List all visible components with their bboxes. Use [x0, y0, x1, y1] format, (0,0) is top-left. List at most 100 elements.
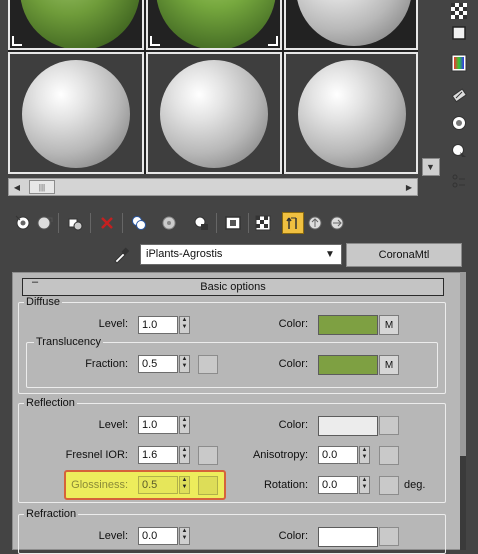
sample-type-box-icon[interactable]	[448, 22, 470, 44]
toolbar-separator	[248, 213, 249, 233]
slot-corner-marker	[150, 36, 160, 46]
translucency-map-button[interactable]: M	[379, 355, 399, 375]
refraction-color-map-button[interactable]	[379, 527, 399, 546]
green-sphere-preview	[20, 0, 140, 48]
reflection-level-spinner[interactable]: 1.0 ▲ ▼	[138, 416, 192, 434]
white-sphere-preview	[160, 60, 268, 168]
rotation-spinner[interactable]: 0.0 ▲ ▼	[318, 476, 372, 494]
spinner-arrows-icon[interactable]: ▲ ▼	[359, 446, 370, 464]
diffuse-level-input[interactable]: 1.0	[138, 316, 178, 334]
sample-slot-2[interactable]	[146, 0, 282, 50]
material-name-field[interactable]: iPlants-Agrostis	[140, 244, 342, 265]
diffuse-level-label: Level:	[98, 318, 128, 330]
color-check-icon[interactable]	[448, 52, 470, 74]
sample-slot-3[interactable]	[284, 0, 418, 50]
anisotropy-spinner[interactable]: 0.0 ▲ ▼	[318, 446, 372, 464]
sample-slot-1[interactable]	[8, 0, 144, 50]
diffuse-level-spinner[interactable]: 1.0 ▲ ▼	[138, 316, 192, 334]
translucency-fraction-label: Fraction:	[85, 358, 128, 370]
get-material-icon[interactable]	[12, 212, 34, 234]
scroll-left-icon[interactable]: ◀	[9, 179, 25, 195]
spinner-arrows-icon[interactable]: ▲ ▼	[179, 355, 190, 373]
panel-scrollbar-thumb[interactable]	[460, 456, 466, 550]
refraction-color-label: Color:	[278, 530, 308, 542]
slots-horizontal-scrollbar[interactable]: ◀ ||| ▶	[8, 178, 418, 196]
material-map-navigator-icon[interactable]	[448, 170, 470, 192]
refraction-color-swatch[interactable]	[318, 527, 378, 547]
show-shaded-material-icon[interactable]	[252, 212, 274, 234]
spinner-arrows-icon[interactable]: ▲ ▼	[179, 476, 190, 494]
translucency-fraction-input[interactable]: 0.5	[138, 355, 178, 373]
glossiness-spinner[interactable]: 0.5 ▲ ▼	[138, 476, 192, 494]
anisotropy-input[interactable]: 0.0	[318, 446, 358, 464]
diffuse-group-title: Diffuse	[24, 296, 63, 308]
diffuse-color-label: Color:	[278, 318, 308, 330]
translucency-color-label: Color:	[278, 358, 308, 370]
fresnel-ior-input[interactable]: 1.6	[138, 446, 178, 464]
translucency-fraction-spinner[interactable]: 0.5 ▲ ▼	[138, 355, 192, 373]
spinner-arrows-icon[interactable]: ▲ ▼	[359, 476, 370, 494]
rotation-map-button[interactable]	[379, 476, 399, 495]
basic-options-rollout-header[interactable]: Basic options	[22, 278, 444, 296]
spinner-arrows-icon[interactable]: ▲ ▼	[179, 446, 190, 464]
show-end-result-icon[interactable]	[282, 212, 304, 234]
options-sphere-icon[interactable]	[448, 112, 470, 134]
make-material-copy-icon[interactable]	[128, 212, 150, 234]
slot-corner-marker	[12, 36, 22, 46]
grip-icon: |||	[38, 182, 46, 192]
spinner-arrows-icon[interactable]: ▲ ▼	[179, 316, 190, 334]
scrollbar-thumb[interactable]: |||	[29, 180, 55, 194]
sample-slot-6[interactable]	[284, 52, 418, 174]
white-sphere-preview	[296, 0, 412, 46]
rotation-input[interactable]: 0.0	[318, 476, 358, 494]
triangle-down-icon: ▼	[426, 162, 435, 172]
material-type-button[interactable]: CoronaMtl	[346, 243, 462, 267]
diffuse-map-button[interactable]: M	[379, 315, 399, 335]
go-forward-to-sibling-icon[interactable]	[326, 212, 348, 234]
assign-material-to-selection-icon[interactable]	[64, 212, 86, 234]
toolbar-separator	[216, 213, 217, 233]
reflection-level-input[interactable]: 1.0	[138, 416, 178, 434]
material-editor-toolbar	[0, 208, 478, 238]
refraction-group-title: Refraction	[24, 508, 79, 520]
reflection-color-swatch[interactable]	[318, 416, 378, 436]
glossiness-label: Glossiness:	[71, 479, 128, 491]
anisotropy-map-button[interactable]	[379, 446, 399, 465]
fresnel-ior-map-button[interactable]	[198, 446, 218, 465]
background-checker-icon[interactable]	[448, 0, 470, 22]
slots-scroll-down-button[interactable]: ▼	[422, 158, 440, 176]
reflection-color-label: Color:	[278, 419, 308, 431]
select-by-material-icon[interactable]	[448, 140, 470, 162]
reflection-level-label: Level:	[98, 419, 128, 431]
chevron-down-icon: ▼	[325, 249, 335, 260]
sample-slot-5[interactable]	[146, 52, 282, 174]
scroll-right-icon[interactable]: ▶	[401, 179, 417, 195]
sample-slot-4[interactable]	[8, 52, 144, 174]
put-to-library-icon[interactable]	[190, 212, 212, 234]
fresnel-ior-spinner[interactable]: 1.6 ▲ ▼	[138, 446, 192, 464]
glossiness-map-button[interactable]	[198, 476, 218, 495]
glossiness-input[interactable]: 0.5	[138, 476, 178, 494]
material-name-dropdown[interactable]: ▼	[320, 245, 340, 264]
make-unique-icon[interactable]	[158, 212, 180, 234]
translucency-fraction-map-button[interactable]	[198, 355, 218, 374]
material-id-channel-icon[interactable]	[222, 212, 244, 234]
fresnel-ior-label: Fresnel IOR:	[65, 449, 128, 461]
anisotropy-label: Anisotropy:	[252, 449, 308, 461]
refraction-level-spinner[interactable]: 0.0 ▲ ▼	[138, 527, 192, 545]
make-preview-icon[interactable]	[448, 84, 470, 106]
diffuse-color-swatch[interactable]	[318, 315, 378, 335]
go-to-parent-icon[interactable]	[304, 212, 326, 234]
collapse-minus-icon[interactable]: –	[32, 276, 44, 290]
white-sphere-preview	[22, 60, 130, 168]
eyedropper-icon[interactable]	[112, 246, 130, 264]
refraction-level-input[interactable]: 0.0	[138, 527, 178, 545]
reflection-group-title: Reflection	[24, 397, 77, 409]
translucency-color-swatch[interactable]	[318, 355, 378, 375]
spinner-arrows-icon[interactable]: ▲ ▼	[179, 527, 190, 545]
reflection-color-map-button[interactable]	[379, 416, 399, 435]
spinner-arrows-icon[interactable]: ▲ ▼	[179, 416, 190, 434]
put-material-to-scene-icon[interactable]	[34, 212, 56, 234]
material-name-text: iPlants-Agrostis	[146, 248, 223, 260]
reset-map-delete-icon[interactable]	[96, 212, 118, 234]
